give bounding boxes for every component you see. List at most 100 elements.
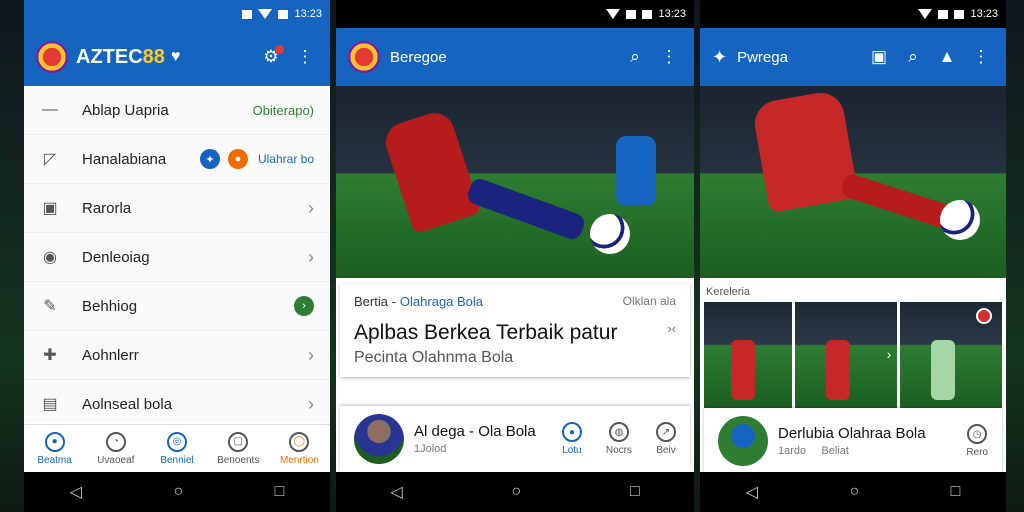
back-icon[interactable]: ◁ [746,482,758,502]
brand-name: AZTEC88 [76,45,165,68]
navigation-drawer: — Ablap Uapria Obiterapo) ◸ Hanalabiana … [24,86,330,429]
heart-icon: ♥ [170,48,181,65]
search-icon[interactable]: ⌕ [622,44,648,70]
article-category[interactable]: Olahraga Bola [400,294,483,309]
thumbnail[interactable] [900,302,1002,408]
bottom-nav-item[interactable]: ● Beatma [24,425,85,472]
article-headline[interactable]: Aplbas Berkea Terbaik patur ›‹ [354,321,676,345]
signal-icon [242,9,253,19]
compass-icon[interactable]: ✦ [199,149,220,169]
alert-icon[interactable]: ▲ [934,44,960,70]
drawer-item[interactable]: — Ablap Uapria Obiterapo) [24,86,330,135]
next-article-card[interactable]: Derlubia Olahraa Bola 1ardo Beliat ◷ Rero [704,408,1002,474]
back-icon[interactable]: ◁ [390,482,402,502]
article-meta: Bertia - Olahraga Bola Olklan ala [354,294,676,309]
football-icon [590,214,630,254]
app-title: Pwrega [737,48,788,66]
notification-settings-icon[interactable]: ⚙ [258,44,284,70]
battery-icon [954,9,965,19]
drawer-item[interactable]: ◉ Denleoiag › [24,233,330,282]
recents-icon[interactable]: □ [951,483,961,501]
chevron-circle-icon[interactable]: › [294,296,314,316]
next-article-time: 1Jolod [414,443,447,455]
player-figure [730,340,755,400]
chevron-right-icon[interactable]: › [887,346,892,362]
chat-icon: ◔ [105,431,126,452]
home-icon[interactable]: ○ [849,483,859,501]
orange-action-icon[interactable]: ● [227,149,248,169]
wifi-icon [258,9,273,19]
next-article-title: Derlubia Olahraa Bola [778,425,926,442]
profile-icon: ◯ [289,431,310,452]
player-figure [930,340,955,400]
article-source: Olklan ala [622,294,676,308]
overflow-menu-icon[interactable]: ⋮ [968,44,994,70]
drawer-item[interactable]: ✚ Aohnlerr › [24,331,330,380]
article-card[interactable]: Bertia - Olahraga Bola Olklan ala Aplbas… [340,284,690,377]
drawer-item[interactable]: ▤ Aolnseal bola › [24,380,330,429]
player-legs-figure [465,176,587,242]
overflow-menu-icon[interactable]: ⋮ [656,44,682,70]
avatar [718,416,768,466]
expand-icon[interactable]: ›‹ [667,321,676,345]
pencil-icon: ✎ [43,298,57,315]
status-time: 13:23 [294,8,322,20]
bottom-nav-item[interactable]: ◔ Uvaoeaf [85,425,146,472]
drawer-item-status: Obiterapo) [252,102,314,118]
thumbnail[interactable]: › [795,302,898,408]
nav-item[interactable]: ◷ Rero [966,424,988,458]
app-bar: AZTEC88 ♥ ⚙ ⋮ [24,28,330,86]
nav-item[interactable]: ↗ Beiv [656,422,676,456]
square-icon: ▣ [42,200,58,217]
flag-badge-icon [975,308,992,324]
chevron-right-icon: › [308,197,314,218]
next-article-card[interactable]: Al dega - Ola Bola 1Jolod ● Lotu ◍ Nocrs ↗… [340,406,690,472]
phone-right-gallery: 13:23 ✦ Pwrega ▣ ⌕ ▲ ⋮ Kereleria › Derlu… [700,0,1006,512]
bookmark-icon[interactable]: ▣ [866,44,892,70]
nav-item[interactable]: ◍ Nocrs [606,422,632,456]
football-icon [940,200,980,240]
wifi-icon [918,9,933,19]
phone-left-drawer: 13:23 AZTEC88 ♥ ⚙ ⋮ — Ablap Uapria Obite… [24,0,330,512]
signal-icon [626,9,637,19]
drawer-item-link[interactable]: Ulahrar bo [258,152,314,166]
bottom-nav-item[interactable]: ◯ Menrtion [269,425,330,472]
thumbnail[interactable] [704,302,793,408]
drawer-item[interactable]: ▣ Rarorla › [24,184,330,233]
document-icon: ▤ [42,396,58,413]
puzzle-icon: ✚ [43,347,57,364]
brand-logo-icon [36,41,68,73]
hero-image [700,86,1006,278]
back-icon[interactable]: ◁ [70,482,82,502]
chevron-right-icon: › [308,344,314,365]
home-icon[interactable]: ○ [511,483,521,501]
recents-icon[interactable]: □ [275,483,285,501]
section-label: Kereleria [706,286,751,298]
nav-item[interactable]: ● Lotu [561,422,582,456]
bottom-navigation: ● Beatma ◔ Uvaoeaf ◎ Benniel ▢ Benoents ◯ Men… [24,424,330,472]
home-icon[interactable]: ○ [173,483,183,501]
status-bar: 13:23 [24,0,330,28]
system-navigation-bar: ◁ ○ □ [700,472,1006,512]
drawer-item[interactable]: ✎ Behhiog › [24,282,330,331]
pin-icon: ◍ [608,422,629,442]
search-icon[interactable]: ⌕ [900,44,926,70]
app-bar: ✦ Pwrega ▣ ⌕ ▲ ⋮ [700,28,1006,86]
send-icon: ◸ [43,151,57,168]
app-title: Beregoe [390,48,447,66]
bottom-nav-item[interactable]: ▢ Benoents [208,425,269,472]
wifi-icon [606,9,621,19]
recents-icon[interactable]: □ [630,483,640,501]
status-time: 13:23 [970,8,998,20]
app-bar: Beregoe ⌕ ⋮ [336,28,694,86]
sparkle-logo-icon: ✦ [712,46,728,67]
system-navigation-bar: ◁ ○ □ [24,472,330,512]
overflow-menu-icon[interactable]: ⋮ [292,44,318,70]
drawer-item[interactable]: ◸ Hanalabiana ✦ ● Ulahrar bo [24,135,330,184]
bottom-nav-item[interactable]: ◎ Benniel [146,425,207,472]
player-red-figure [380,107,482,235]
player-figure [826,340,850,400]
hero-image [336,86,694,278]
chevron-right-icon: › [308,393,314,414]
target-icon: ◎ [167,431,187,452]
